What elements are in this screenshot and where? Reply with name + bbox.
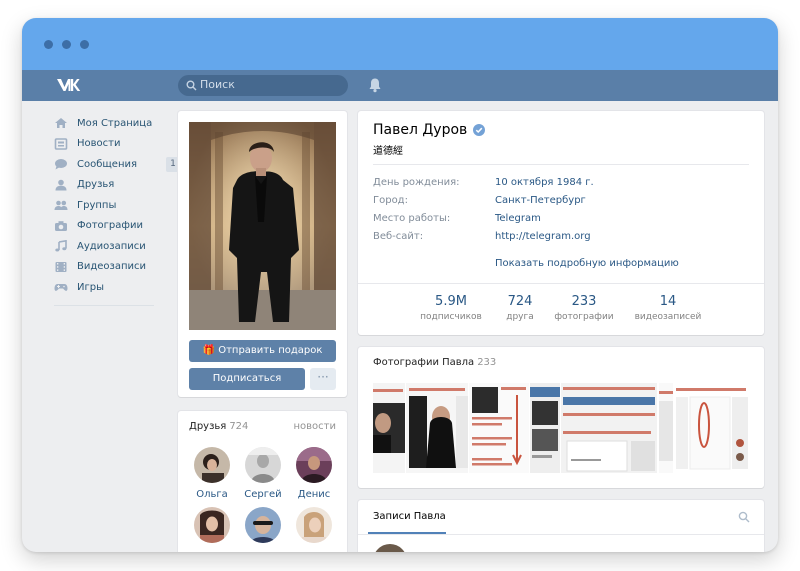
- show-details-link[interactable]: Показать подробную информацию: [495, 258, 679, 269]
- sidebar-item-label: Видеозаписи: [77, 261, 147, 273]
- sidebar-item-label: Сообщения: [77, 158, 138, 170]
- search-input[interactable]: Поиск: [178, 75, 348, 96]
- bell-icon[interactable]: [368, 77, 382, 93]
- photo-thumbnail[interactable]: [561, 383, 657, 473]
- top-header: Поиск: [22, 70, 778, 101]
- stat-photos[interactable]: 233 фотографии: [544, 294, 624, 322]
- photo-thumbnail[interactable]: [373, 383, 405, 473]
- friend-item[interactable]: [187, 507, 237, 549]
- subscribe-button[interactable]: Подписаться: [189, 368, 305, 390]
- sidebar-item-label: Новости: [77, 138, 121, 150]
- divider: [358, 534, 764, 535]
- photo-thumbnail[interactable]: [406, 383, 468, 473]
- work-link[interactable]: Telegram: [495, 213, 541, 224]
- search-icon[interactable]: [738, 511, 750, 523]
- sidebar-item-groups[interactable]: Группы: [54, 195, 172, 216]
- avatar: [245, 507, 281, 543]
- profile-avatar-photo[interactable]: [189, 122, 336, 330]
- sidebar-item-label: Группы: [77, 199, 117, 211]
- photos-title[interactable]: Фотографии Павла 233: [373, 357, 496, 368]
- divider: [373, 164, 749, 165]
- stat-videos[interactable]: 14 видеозаписей: [628, 294, 708, 322]
- sidebar-item-news[interactable]: Новости: [54, 134, 172, 155]
- window-dot-icon[interactable]: [62, 40, 71, 49]
- sidebar-item-messages[interactable]: Сообщения 1: [54, 154, 180, 175]
- profile-photo-card: 🎁 Отправить подарок Подписаться ···: [178, 111, 347, 397]
- sidebar-item-label: Аудиозаписи: [77, 240, 146, 252]
- sidebar-item-video[interactable]: Видеозаписи: [54, 257, 172, 278]
- friend-item[interactable]: Сергей: [238, 447, 288, 500]
- profile-status: 道德經: [373, 146, 403, 157]
- send-gift-label: Отправить подарок: [218, 345, 323, 356]
- sidebar-item-label: Моя Страница: [77, 117, 153, 129]
- photos-block: Фотографии Павла 233: [358, 347, 764, 488]
- avatar: [296, 507, 332, 543]
- sidebar-item-label: Друзья: [77, 179, 115, 191]
- more-actions-button[interactable]: ···: [310, 368, 336, 390]
- photo-thumbnail[interactable]: [469, 383, 529, 473]
- sidebar-divider: [54, 304, 154, 306]
- tab-wall-posts[interactable]: Записи Павла: [373, 511, 446, 522]
- friend-item[interactable]: Ольга: [187, 447, 237, 500]
- website-link[interactable]: http://telegram.org: [495, 231, 591, 242]
- sidebar-item-photos[interactable]: Фотографии: [54, 216, 172, 237]
- friend-name: Денис: [297, 489, 331, 500]
- friends-news-link[interactable]: новости: [294, 421, 337, 432]
- avatar: [245, 447, 281, 483]
- camera-icon: [55, 220, 67, 231]
- friends-block: Друзья 724 новости Ольга Сергей Денис: [178, 411, 347, 552]
- friends-title[interactable]: Друзья 724: [189, 421, 248, 432]
- birthday-link[interactable]: 10 октября 1984 г.: [495, 177, 594, 188]
- friend-item[interactable]: [238, 507, 288, 549]
- wall-posts-block: Записи Павла: [358, 500, 764, 552]
- gamepad-icon: [54, 284, 68, 292]
- avatar[interactable]: [373, 544, 407, 552]
- page-title: Павел Дуров: [373, 122, 468, 138]
- sidebar-item-my-page[interactable]: Моя Страница: [54, 113, 172, 134]
- profile-name-row: Павел Дуров: [373, 122, 486, 138]
- sidebar-item-audio[interactable]: Аудиозаписи: [54, 236, 172, 257]
- browser-window: Поиск Моя Страница Новости Сообщения 1 Д…: [22, 18, 778, 552]
- friend-item[interactable]: Денис: [289, 447, 339, 500]
- friend-name: Сергей: [244, 489, 282, 500]
- avatar: [194, 447, 230, 483]
- profile-info-card: Павел Дуров 道德經 День рождения: 10 октябр…: [358, 111, 764, 335]
- home-icon: [55, 118, 67, 129]
- window-titlebar: [22, 18, 778, 70]
- divider: [358, 283, 764, 284]
- sidebar-item-label: Фотографии: [77, 220, 143, 232]
- sidebar-item-label: Игры: [77, 281, 104, 293]
- photo-thumbnail[interactable]: [674, 383, 748, 473]
- photo-thumbnail[interactable]: [659, 383, 673, 473]
- verified-icon[interactable]: [473, 124, 486, 136]
- sidebar-item-games[interactable]: Игры: [54, 277, 172, 298]
- window-dot-icon[interactable]: [80, 40, 89, 49]
- friend-name: Ольга: [196, 489, 228, 500]
- sidebar-item-friends[interactable]: Друзья: [54, 175, 172, 196]
- friend-item[interactable]: [289, 507, 339, 549]
- window-dot-icon[interactable]: [44, 40, 53, 49]
- music-icon: [55, 240, 67, 252]
- send-gift-button[interactable]: 🎁 Отправить подарок: [189, 340, 336, 362]
- stat-followers[interactable]: 5.9M подписчиков: [411, 294, 491, 322]
- user-icon: [55, 179, 67, 191]
- groups-icon: [54, 200, 68, 211]
- search-placeholder: Поиск: [200, 78, 235, 91]
- vk-logo-icon[interactable]: [56, 76, 82, 94]
- photo-thumbnail[interactable]: [530, 383, 560, 473]
- search-icon: [186, 80, 197, 91]
- city-link[interactable]: Санкт-Петербург: [495, 195, 586, 206]
- avatar: [296, 447, 332, 483]
- avatar: [194, 507, 230, 543]
- gift-icon: 🎁: [202, 345, 216, 356]
- news-icon: [54, 137, 68, 150]
- video-icon: [55, 261, 67, 272]
- left-sidebar: Моя Страница Новости Сообщения 1 Друзья …: [54, 113, 180, 306]
- messages-icon: [55, 159, 67, 170]
